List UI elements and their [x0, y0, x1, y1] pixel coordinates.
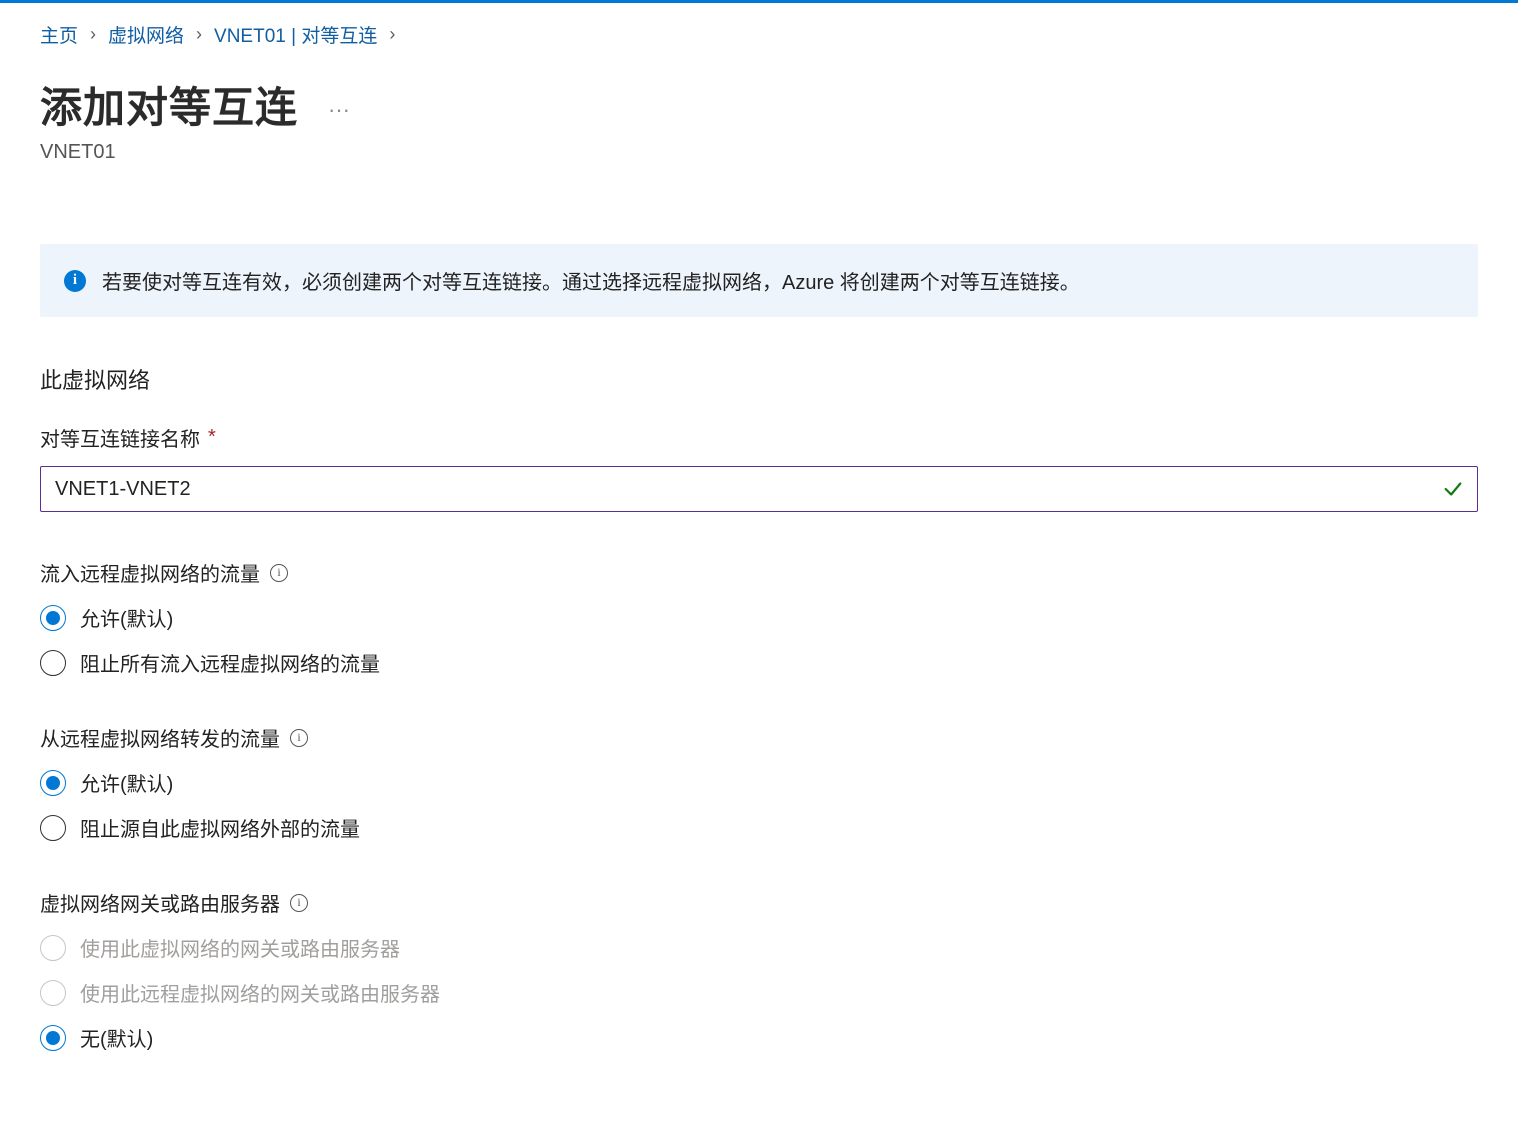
- page-subtitle: VNET01: [40, 141, 1478, 164]
- page-title: 添加对等互连: [40, 74, 298, 135]
- radio-block-label: 阻止所有流入远程虚拟网络的流量: [80, 648, 380, 677]
- breadcrumb-home[interactable]: 主页: [40, 21, 78, 48]
- forwarded-traffic-label: 从远程虚拟网络转发的流量 i: [40, 723, 1478, 752]
- required-indicator: *: [208, 426, 216, 449]
- radio-block[interactable]: [40, 815, 66, 841]
- radio-block[interactable]: [40, 650, 66, 676]
- info-icon[interactable]: i: [270, 564, 288, 582]
- radio-use-this-label: 使用此虚拟网络的网关或路由服务器: [80, 933, 400, 962]
- breadcrumb-peering[interactable]: VNET01 | 对等互连: [214, 21, 377, 48]
- radio-use-remote-label: 使用此远程虚拟网络的网关或路由服务器: [80, 978, 440, 1007]
- forwarded-traffic-block-row[interactable]: 阻止源自此虚拟网络外部的流量: [40, 813, 1478, 842]
- link-name-label: 对等互连链接名称 *: [40, 423, 1478, 452]
- chevron-right-icon: ›: [90, 24, 96, 45]
- traffic-to-remote-block-row[interactable]: 阻止所有流入远程虚拟网络的流量: [40, 648, 1478, 677]
- title-row: 添加对等互连 ···: [40, 74, 1478, 135]
- page-content: 主页 › 虚拟网络 › VNET01 | 对等互连 › 添加对等互连 ··· V…: [0, 3, 1518, 1112]
- radio-allow[interactable]: [40, 605, 66, 631]
- forwarded-traffic-allow-row[interactable]: 允许(默认): [40, 768, 1478, 797]
- radio-allow-label: 允许(默认): [80, 768, 173, 797]
- traffic-to-remote-label-text: 流入远程虚拟网络的流量: [40, 558, 260, 587]
- radio-none[interactable]: [40, 1025, 66, 1051]
- gateway-label: 虚拟网络网关或路由服务器 i: [40, 888, 1478, 917]
- section-this-vnet-title: 此虚拟网络: [40, 363, 1478, 395]
- more-actions-button[interactable]: ···: [328, 97, 350, 123]
- gateway-use-remote-row: 使用此远程虚拟网络的网关或路由服务器: [40, 978, 1478, 1007]
- info-icon[interactable]: i: [290, 729, 308, 747]
- info-banner-text: 若要使对等互连有效，必须创建两个对等互连链接。通过选择远程虚拟网络，Azure …: [102, 266, 1080, 295]
- gateway-none-row[interactable]: 无(默认): [40, 1023, 1478, 1052]
- gateway-use-this-row: 使用此虚拟网络的网关或路由服务器: [40, 933, 1478, 962]
- traffic-to-remote-label: 流入远程虚拟网络的流量 i: [40, 558, 1478, 587]
- radio-none-label: 无(默认): [80, 1023, 153, 1052]
- radio-use-this: [40, 935, 66, 961]
- forwarded-traffic-label-text: 从远程虚拟网络转发的流量: [40, 723, 280, 752]
- info-banner: i 若要使对等互连有效，必须创建两个对等互连链接。通过选择远程虚拟网络，Azur…: [40, 244, 1478, 317]
- traffic-to-remote-allow-row[interactable]: 允许(默认): [40, 603, 1478, 632]
- link-name-input-wrap: [40, 466, 1478, 512]
- link-name-input[interactable]: [40, 466, 1478, 512]
- gateway-label-text: 虚拟网络网关或路由服务器: [40, 888, 280, 917]
- chevron-right-icon: ›: [196, 24, 202, 45]
- breadcrumb-vnets[interactable]: 虚拟网络: [108, 21, 184, 48]
- info-icon: i: [64, 270, 86, 292]
- radio-allow-label: 允许(默认): [80, 603, 173, 632]
- check-icon: [1442, 478, 1464, 500]
- breadcrumb: 主页 › 虚拟网络 › VNET01 | 对等互连 ›: [40, 3, 1478, 56]
- link-name-label-text: 对等互连链接名称: [40, 423, 200, 452]
- radio-use-remote: [40, 980, 66, 1006]
- radio-block-label: 阻止源自此虚拟网络外部的流量: [80, 813, 360, 842]
- radio-allow[interactable]: [40, 770, 66, 796]
- chevron-right-icon: ›: [389, 24, 395, 45]
- info-icon[interactable]: i: [290, 894, 308, 912]
